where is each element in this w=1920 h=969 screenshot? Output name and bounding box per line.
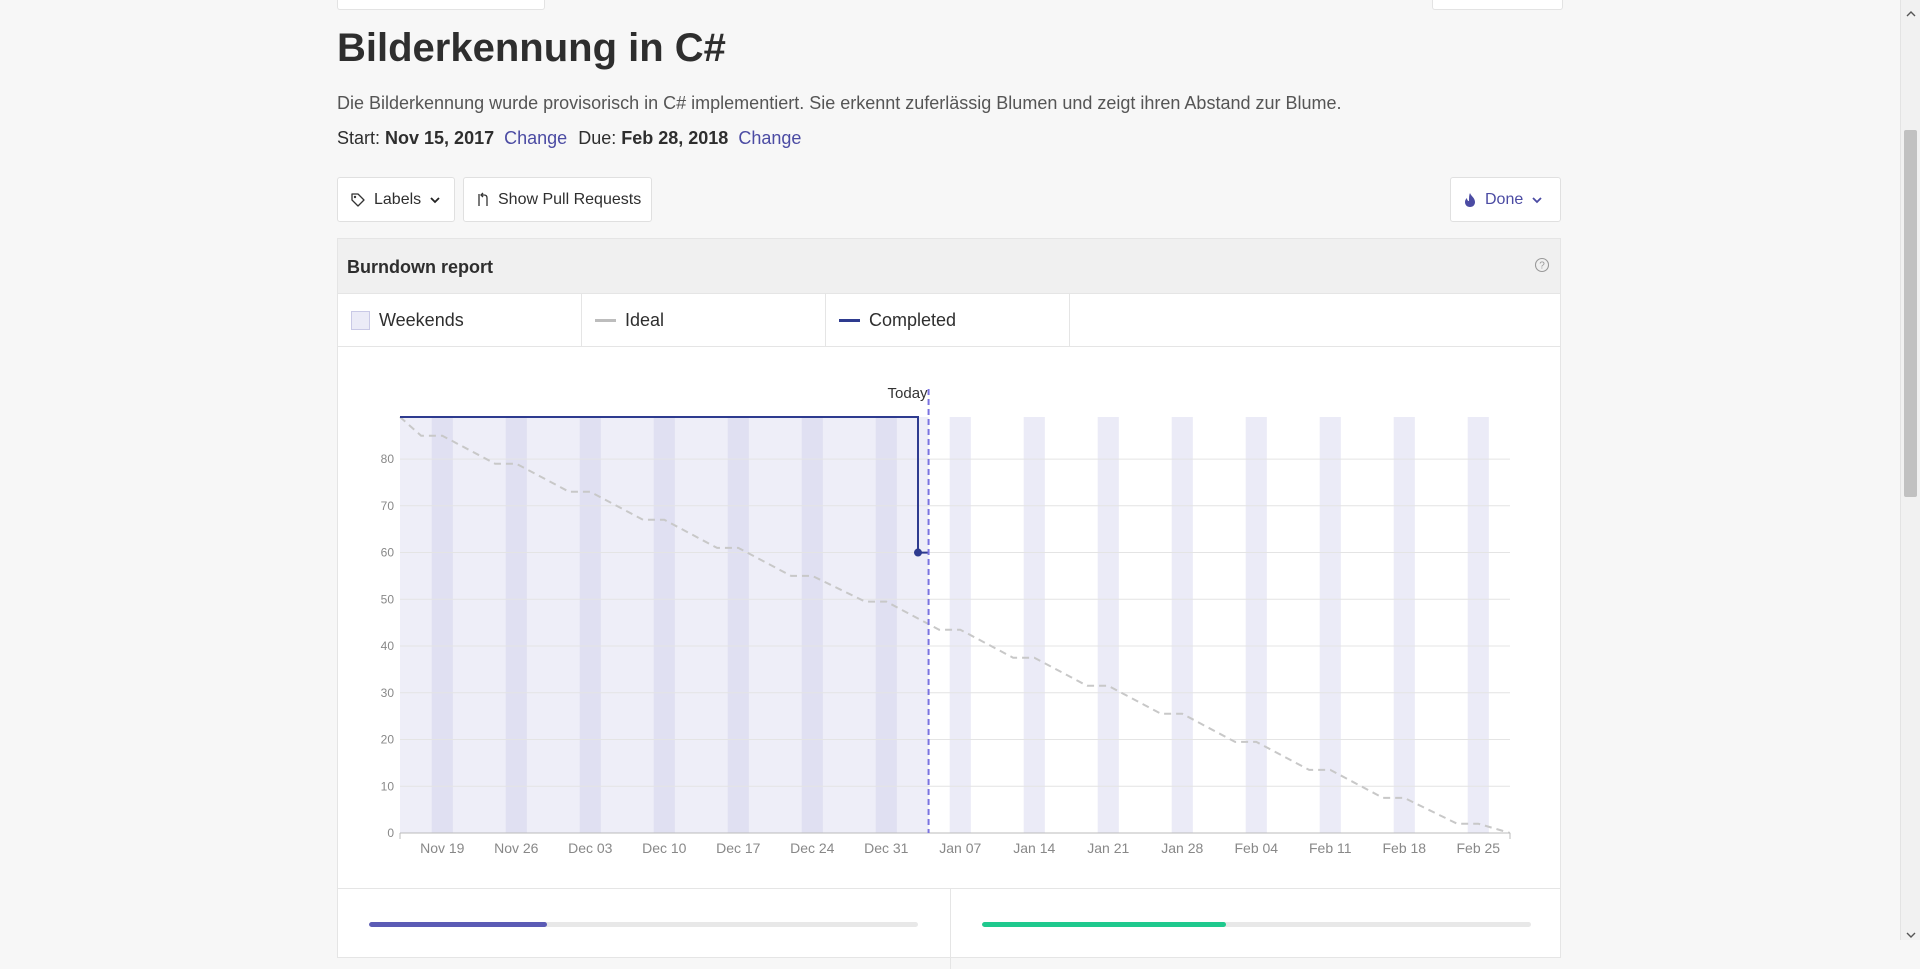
y-tick-label: 60 (381, 546, 395, 560)
y-tick-label: 50 (381, 592, 395, 606)
change-due-link[interactable]: Change (738, 128, 801, 148)
y-tick-label: 10 (381, 779, 395, 793)
y-tick-label: 70 (381, 499, 395, 513)
progress-divider (950, 889, 951, 969)
milestone-description: Die Bilderkennung wurde provisorisch in … (337, 93, 1342, 113)
y-tick-label: 80 (381, 452, 395, 466)
weekend-band (1171, 417, 1193, 833)
burndown-header: Burndown report ? (338, 239, 1560, 294)
x-tick-label: Dec 03 (568, 840, 613, 856)
weekend-band (1245, 417, 1267, 833)
today-label: Today (888, 385, 929, 402)
svg-text:?: ? (1539, 261, 1545, 272)
x-tick-label: Nov 26 (494, 840, 539, 856)
weekend-band-past (653, 417, 675, 833)
change-start-link[interactable]: Change (504, 128, 567, 148)
flame-icon (1463, 192, 1477, 208)
completed-swatch (839, 318, 860, 322)
x-tick-label: Dec 24 (790, 840, 835, 856)
weekend-band (949, 417, 971, 833)
vertical-scrollbar[interactable] (1900, 0, 1920, 940)
x-tick-label: Feb 18 (1382, 840, 1426, 856)
status-done-label: Done (1485, 190, 1524, 208)
x-tick-label: Jan 21 (1087, 840, 1129, 856)
start-label: Start: (337, 128, 381, 148)
x-tick-label: Dec 10 (642, 840, 687, 856)
progress-bar-right (982, 922, 1531, 927)
labels-button[interactable]: Labels (337, 177, 455, 222)
weekend-band-past (875, 417, 897, 833)
x-tick-label: Feb 04 (1234, 840, 1278, 856)
weekend-band-past (579, 417, 601, 833)
x-tick-label: Dec 17 (716, 840, 761, 856)
weekend-band-past (431, 417, 453, 833)
legend-weekends[interactable]: Weekends (338, 294, 582, 346)
burndown-panel: Burndown report ? Weekends Ideal Complet… (337, 238, 1561, 969)
legend-ideal[interactable]: Ideal (582, 294, 826, 346)
weekend-band-past (727, 417, 749, 833)
pull-requests-label: Show Pull Requests (498, 190, 642, 208)
y-tick-label: 40 (381, 639, 395, 653)
progress-bar-left (369, 922, 918, 927)
burndown-title: Burndown report (347, 257, 493, 277)
due-date: Feb 28, 2018 (621, 128, 729, 148)
weekends-swatch (351, 310, 370, 330)
x-tick-label: Feb 25 (1456, 840, 1500, 856)
y-tick-label: 0 (387, 826, 394, 840)
tag-icon (350, 192, 366, 208)
legend-completed-label: Completed (869, 309, 957, 330)
weekend-band-past (801, 417, 823, 833)
chevron-down-icon (1531, 194, 1543, 206)
weekend-band-past (505, 417, 527, 833)
y-tick-label: 20 (381, 733, 395, 747)
top-left-stub (337, 0, 545, 10)
progress-fill-right (982, 922, 1227, 927)
scroll-down-icon[interactable] (1906, 926, 1916, 944)
y-tick-label: 30 (381, 686, 395, 700)
scrollbar-thumb[interactable] (1904, 130, 1917, 497)
weekend-band (1097, 417, 1119, 833)
weekend-band (1023, 417, 1045, 833)
x-tick-label: Nov 19 (420, 840, 465, 856)
burndown-chart: 0 10 20 30 40 50 60 70 80 Nov 19 Nov 26 Dec 03 Dec 1… (381, 385, 1511, 856)
x-tick-label: Jan 07 (939, 840, 981, 856)
weekend-band (1393, 417, 1415, 833)
start-date: Nov 15, 2017 (385, 128, 495, 148)
ideal-swatch (595, 318, 616, 322)
x-tick-label: Jan 28 (1161, 840, 1203, 856)
legend-ideal-label: Ideal (625, 309, 665, 330)
chevron-down-icon (429, 194, 441, 206)
top-right-stub (1432, 0, 1563, 10)
x-tick-label: Feb 11 (1309, 840, 1352, 856)
show-pull-requests-button[interactable]: Show Pull Requests (463, 177, 652, 222)
completed-point (914, 548, 922, 557)
page-title: Bilderkennung in C# (337, 26, 726, 70)
pull-request-icon (476, 192, 490, 208)
scroll-up-icon[interactable] (1906, 5, 1916, 23)
milestone-dates: Start: Nov 15, 2017 Change Due: Feb 28, … (337, 128, 807, 149)
progress-row (338, 888, 1560, 969)
x-tick-label: Jan 14 (1013, 840, 1055, 856)
legend-weekends-label: Weekends (379, 309, 464, 330)
labels-button-label: Labels (374, 190, 422, 208)
due-label: Due: (578, 128, 617, 148)
progress-fill-left (369, 922, 548, 927)
weekend-band (1467, 417, 1489, 833)
x-tick-label: Dec 31 (864, 840, 909, 856)
legend-completed[interactable]: Completed (826, 294, 1070, 346)
help-icon[interactable]: ? (1534, 257, 1550, 278)
status-done-button[interactable]: Done (1450, 177, 1561, 222)
burndown-legend: Weekends Ideal Completed (338, 294, 1560, 347)
